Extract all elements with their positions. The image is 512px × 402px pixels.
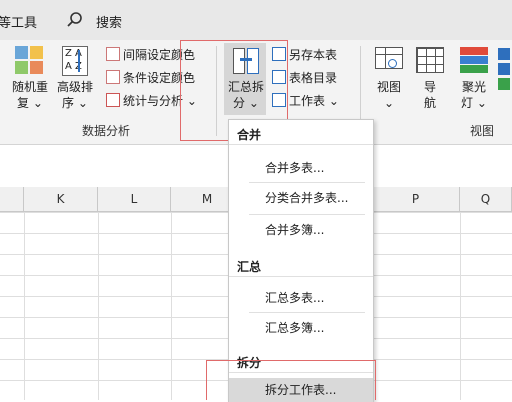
menu-item-category-merge[interactable]: 分类合并多表... [229,186,373,210]
spotlight-button[interactable]: 聚光 灯 ⌄ [454,46,494,111]
spotlight-icon [459,46,489,76]
menu-item-summary-workbooks[interactable]: 汇总多簿... [229,316,373,340]
advanced-sort-label-1: 高级排 [56,80,93,94]
view-group-label: 视图 [470,124,495,138]
chevron-down-icon: ⌄ [383,96,395,110]
navigation-label-1: 导 [423,80,436,94]
grid-line [171,212,172,400]
random-duplicate-button[interactable]: 随机重 复 ⌄ [10,46,50,111]
chevron-down-icon: ⌄ [328,94,339,108]
menu-divider [249,214,365,215]
random-duplicate-label-2: 复 [17,96,30,110]
menu-divider [229,144,373,145]
view-button[interactable]: 视图 ⌄ [370,46,408,111]
stats-icon [106,93,120,107]
column-header[interactable]: P [372,187,460,211]
column-header[interactable]: L [98,187,171,211]
worksheet-label: 工作表 [289,94,326,108]
navigation-label-2: 航 [423,96,436,110]
tab-tools[interactable]: 等工具 [0,12,37,31]
chevron-down-icon: ⌄ [32,96,43,110]
sort-az-icon: Z AA Z [60,46,90,76]
search-icon[interactable] [66,11,84,29]
grid-line [24,212,25,400]
menu-item-summary-sheets[interactable]: 汇总多表... [229,286,373,310]
more-tool-icon[interactable] [498,48,512,108]
interval-color-icon [106,47,120,61]
column-header[interactable]: K [24,187,98,211]
table-directory-label: 表格目录 [289,71,338,85]
tab-bar: 等工具 搜索 [0,0,512,40]
condition-color-icon [106,70,120,84]
random-grid-icon [15,46,45,76]
menu-section-merge: 合并 [237,128,262,142]
column-header[interactable]: Q [460,187,512,211]
random-duplicate-label-1: 随机重 [11,80,48,94]
data-analysis-group-label: 数据分析 [82,124,131,138]
highlight-box [206,360,376,400]
advanced-sort-label-2: 序 [62,96,75,110]
column-header-blank [0,187,24,211]
grid-line [460,212,461,400]
spotlight-label-2: 灯 [461,96,474,110]
navigation-grid-icon [415,46,445,76]
menu-divider [229,276,373,277]
view-label: 视图 [376,80,401,94]
advanced-sort-button[interactable]: Z AA Z 高级排 序 ⌄ [54,46,96,111]
menu-divider [249,312,365,313]
save-as-table-label: 另存本表 [289,48,338,62]
menu-section-summary: 汇总 [237,260,262,274]
spotlight-label-1: 聚光 [461,80,486,94]
search-label[interactable]: 搜索 [96,12,122,31]
chevron-down-icon: ⌄ [77,96,88,110]
navigation-button[interactable]: 导 航 [414,46,446,111]
menu-item-merge-sheets[interactable]: 合并多表... [229,156,373,180]
menu-item-merge-workbooks[interactable]: 合并多簿... [229,218,373,242]
view-table-icon [374,46,404,76]
menu-divider [249,182,365,183]
chevron-down-icon: ⌄ [476,96,487,110]
grid-line [98,212,99,400]
stats-label: 统计与分析 [123,94,184,108]
